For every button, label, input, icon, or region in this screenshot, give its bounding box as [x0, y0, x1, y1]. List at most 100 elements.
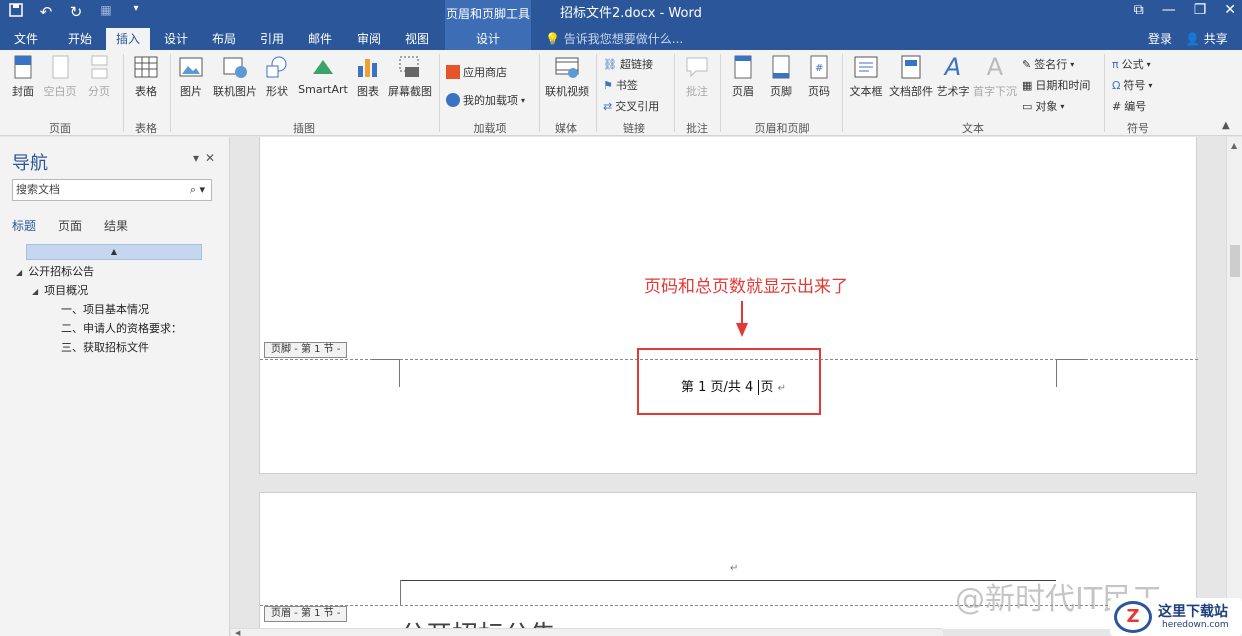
group-label-pages: 页面 [49, 122, 71, 135]
tab-review[interactable]: 审阅 [345, 28, 393, 50]
group-separator [439, 54, 440, 132]
cover-page-button[interactable]: 封面 [8, 54, 38, 99]
tree-item[interactable]: ◢ 项目概况 [32, 282, 88, 298]
share-button[interactable]: 👤 共享 [1185, 28, 1228, 50]
shapes-icon [266, 56, 287, 78]
scroll-up-icon[interactable]: ▲ [26, 244, 202, 260]
redo-icon[interactable]: ↻ [66, 3, 86, 21]
cross-reference-button[interactable]: ⇄ 交叉引用 [603, 98, 659, 114]
annotation-arrow [741, 301, 743, 325]
shapes-button[interactable]: 形状 [262, 54, 292, 99]
scroll-left-icon[interactable]: ◀ [235, 629, 240, 636]
touch-mode-icon[interactable]: ▦ [96, 3, 116, 21]
close-icon[interactable]: ✕ [1224, 2, 1236, 18]
tab-file[interactable]: 文件 [0, 28, 52, 50]
tab-mailings[interactable]: 邮件 [297, 28, 343, 50]
quick-parts-button[interactable]: 文档部件 [888, 54, 934, 99]
equation-button[interactable]: π 公式 ▾ [1112, 56, 1151, 72]
vertical-scrollbar[interactable]: ▲ [1226, 137, 1242, 636]
restore-icon[interactable]: ❐ [1194, 2, 1207, 18]
footer-button[interactable]: 页脚 [766, 54, 796, 99]
comment-button[interactable]: 批注 [680, 54, 714, 99]
undo-icon[interactable]: ↶ [36, 3, 56, 21]
minimize-icon[interactable]: — [1162, 2, 1176, 18]
tab-layout[interactable]: 布局 [201, 28, 247, 50]
signature-line-button[interactable]: ✎ 签名行 ▾ [1022, 56, 1074, 72]
tree-item[interactable]: 三、获取招标文件 [61, 339, 149, 355]
nav-controls: ▾ ✕ [193, 151, 215, 165]
scroll-up-icon[interactable]: ▲ [1231, 141, 1237, 150]
tab-home[interactable]: 开始 [55, 28, 105, 50]
nav-tabs: 标题 页面 结果 [12, 217, 128, 234]
sign-in-link[interactable]: 登录 [1148, 28, 1172, 50]
chevron-down-icon[interactable]: ▾ [193, 151, 199, 165]
tab-view[interactable]: 视图 [394, 28, 440, 50]
customize-icon[interactable]: ▾ [126, 3, 146, 21]
wordart-button[interactable]: A 艺术字 [936, 54, 970, 99]
picture-icon [179, 57, 203, 77]
chart-button[interactable]: 图表 [354, 54, 382, 99]
screenshot-button[interactable]: 屏幕截图 [386, 54, 434, 99]
blank-page-button[interactable]: 空白页 [42, 54, 78, 99]
tree-item[interactable]: 一、项目基本情况 [61, 301, 149, 317]
chart-icon [358, 59, 377, 77]
nav-tab-results[interactable]: 结果 [104, 217, 128, 234]
tab-insert[interactable]: 插入 [106, 28, 150, 50]
bookmark-button[interactable]: ⚑ 书签 [603, 77, 638, 93]
online-video-icon [555, 57, 579, 78]
tell-me-box[interactable]: 💡 告诉我您想要做什么... [545, 28, 683, 50]
symbol-button[interactable]: Ω 符号 ▾ [1112, 77, 1152, 93]
dropcap-icon: A [986, 53, 1004, 81]
footer-page-number-field[interactable]: 第 1 页/共 4 页 ↵ [681, 376, 786, 395]
close-icon[interactable]: ✕ [205, 151, 215, 165]
online-picture-button[interactable]: 联机图片 [212, 54, 258, 99]
table-button[interactable]: 表格 [130, 54, 162, 99]
annotation-arrow-head [736, 323, 748, 337]
horizontal-scrollbar[interactable]: ◀ [231, 628, 943, 636]
logo-url: heredown.com [1162, 620, 1229, 630]
page-number-button[interactable]: # 页码 [804, 54, 834, 99]
tree-item[interactable]: ◢ 公开招标公告 [16, 263, 94, 279]
page-break-button[interactable]: 分页 [84, 54, 114, 99]
online-video-button[interactable]: 联机视频 [544, 54, 590, 99]
save-icon[interactable] [6, 3, 26, 21]
textbox-button[interactable]: 文本框 [848, 54, 884, 99]
expand-triangle-icon[interactable]: ◢ [16, 268, 22, 277]
nav-tab-pages[interactable]: 页面 [58, 217, 82, 234]
scrollbar-thumb[interactable] [1230, 245, 1240, 277]
object-button[interactable]: ▭ 对象 ▾ [1022, 98, 1064, 114]
ribbon: 封面 空白页 分页 页面 表格 表格 图片 联机图片 形状 SmartArt 图… [0, 50, 1242, 136]
tab-references[interactable]: 引用 [249, 28, 295, 50]
smartart-button[interactable]: SmartArt [298, 54, 348, 96]
svg-text:#: # [815, 63, 823, 74]
dropcap-button[interactable]: A 首字下沉 [972, 54, 1018, 99]
expand-triangle-icon[interactable]: ◢ [32, 287, 38, 296]
numbering-button[interactable]: # 编号 [1112, 98, 1146, 114]
tree-item[interactable]: 二、申请人的资格要求： [61, 320, 182, 336]
chevron-down-icon: ▾ [1146, 59, 1151, 69]
date-time-button[interactable]: ▦ 日期和时间 [1022, 77, 1090, 93]
cross-reference-icon: ⇄ [603, 99, 613, 113]
smartart-icon [313, 60, 333, 74]
page-number-icon: # [810, 55, 828, 79]
picture-button[interactable]: 图片 [176, 54, 206, 99]
group-label-addins: 加载项 [473, 122, 507, 135]
document-area[interactable]: 页码和总页数就显示出来了 页脚 - 第 1 节 - 第 1 页/共 4 页 ↵ … [231, 137, 1226, 629]
document-heading: 公开招标公告 [400, 615, 556, 629]
header-button[interactable]: 页眉 [728, 54, 758, 99]
nav-tab-headings[interactable]: 标题 [12, 217, 36, 234]
header-icon [734, 55, 752, 79]
my-addins-button[interactable]: 我的加载项 ▾ [446, 92, 525, 108]
ribbon-display-icon[interactable]: ⧉ [1134, 2, 1144, 18]
collapse-ribbon-icon[interactable]: ▲ [1222, 120, 1230, 131]
tab-design[interactable]: 设计 [153, 28, 199, 50]
tab-header-footer-design[interactable]: 设计 [445, 28, 531, 50]
footer-label: 页脚 [770, 85, 792, 98]
header-label: 页眉 [732, 85, 754, 98]
paragraph-mark: ↵ [777, 383, 786, 394]
document-page[interactable]: 页码和总页数就显示出来了 页脚 - 第 1 节 - 第 1 页/共 4 页 ↵ [259, 137, 1198, 474]
nav-search-input[interactable]: 搜索文档 ⌕ ▾ [12, 179, 212, 201]
store-button[interactable]: 应用商店 [446, 64, 507, 80]
hyperlink-button[interactable]: ⛓ 超链接 [603, 56, 653, 72]
search-icon[interactable]: ⌕ ▾ [190, 180, 205, 200]
